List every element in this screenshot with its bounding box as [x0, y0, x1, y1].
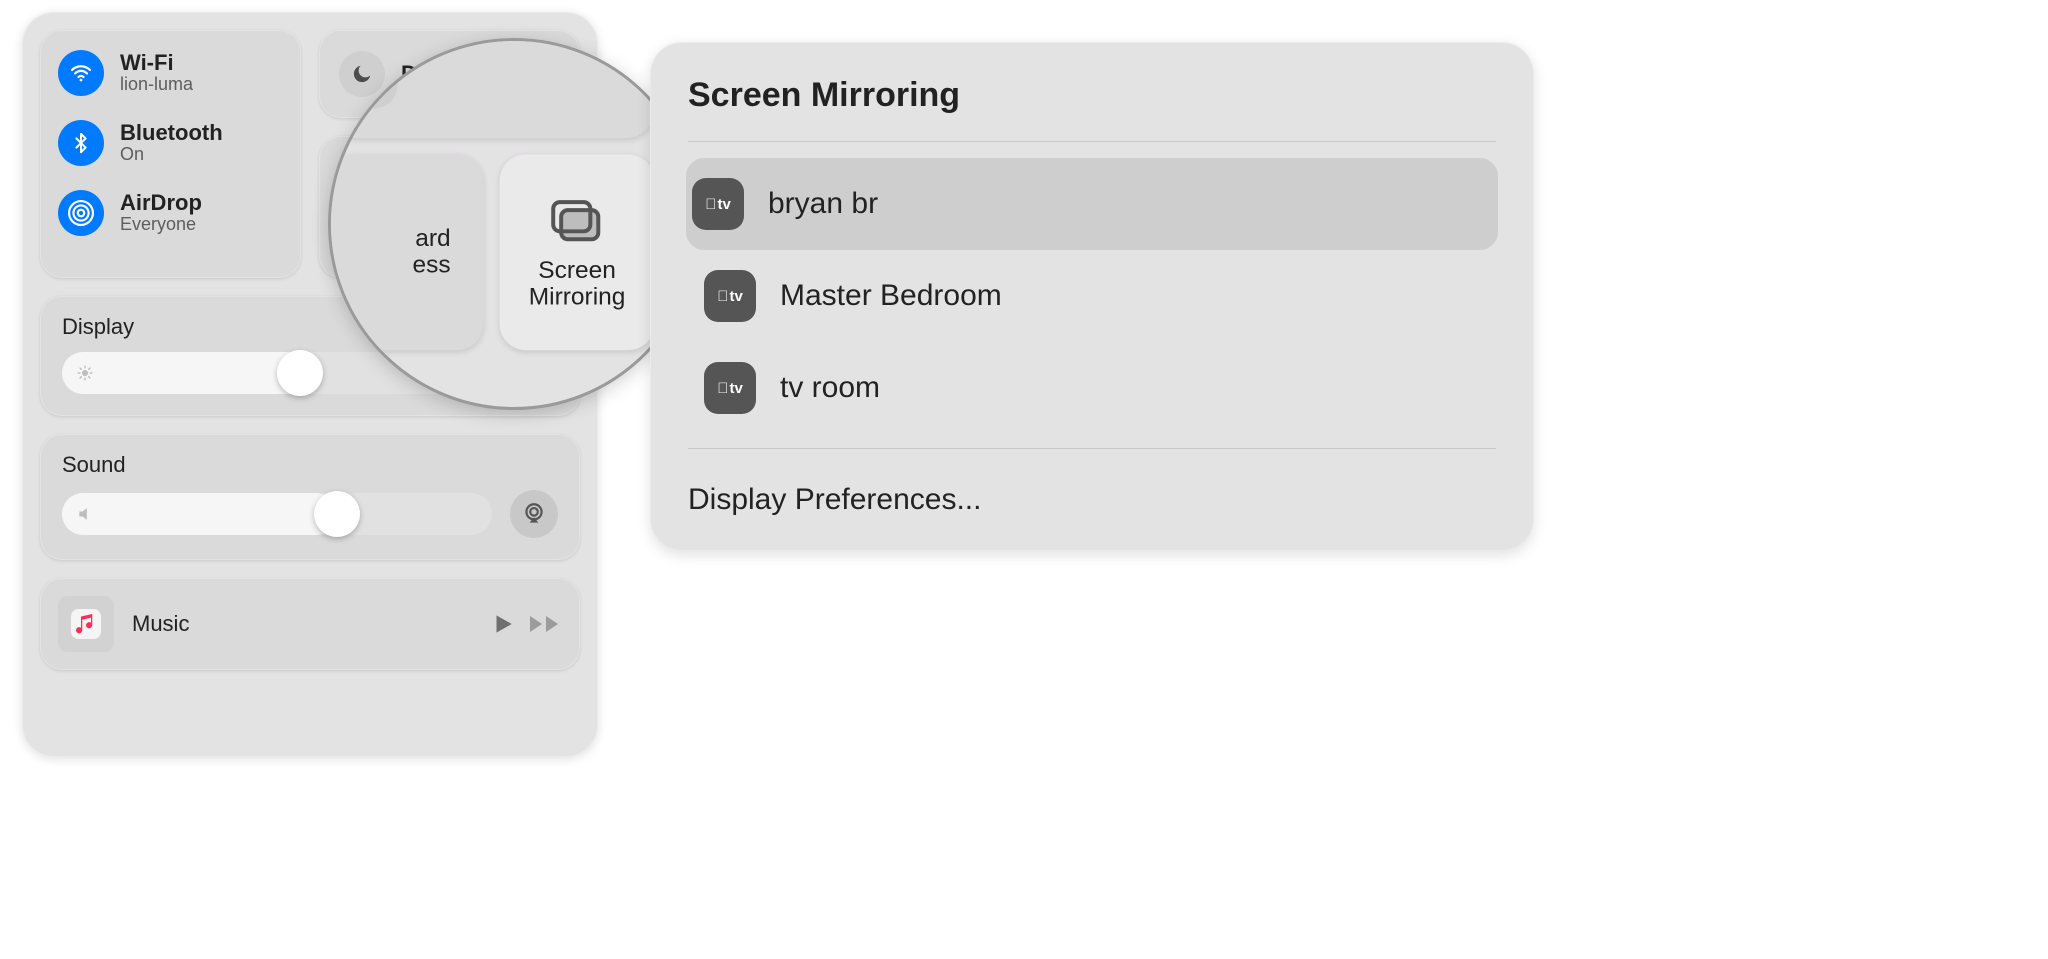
- airdrop-title: AirDrop: [120, 191, 202, 215]
- wifi-icon: [58, 50, 104, 96]
- device-name: bryan br: [768, 187, 878, 221]
- screen-mirroring-title: Screen Mirroring: [688, 76, 1498, 115]
- bluetooth-subtitle: On: [120, 145, 223, 165]
- bluetooth-icon: [58, 120, 104, 166]
- sound-volume-slider[interactable]: [62, 493, 492, 535]
- brightness-low-icon: [76, 364, 94, 382]
- magnifier-callout: ard ess Screen Mirroring: [328, 38, 700, 410]
- wifi-subtitle: lion-luma: [120, 75, 193, 95]
- music-tile[interactable]: Music: [40, 578, 580, 670]
- screen-mirroring-device[interactable]: tv bryan br: [686, 158, 1498, 250]
- magnified-keyboard-brightness-tile: ard ess: [328, 154, 483, 350]
- screen-mirroring-popover: Screen Mirroring tv bryan br tv Master Be…: [650, 42, 1534, 551]
- airdrop-subtitle: Everyone: [120, 215, 202, 235]
- device-name: tv room: [780, 371, 880, 405]
- moon-icon: [351, 62, 398, 109]
- wifi-toggle[interactable]: Wi-Fi lion-luma: [58, 50, 283, 96]
- appletv-icon: tv: [692, 178, 744, 230]
- airdrop-icon: [58, 190, 104, 236]
- music-title: Music: [132, 611, 472, 637]
- appletv-icon: tv: [704, 270, 756, 322]
- sound-title: Sound: [62, 452, 558, 478]
- airplay-icon: [521, 501, 547, 527]
- divider: [688, 141, 1496, 142]
- fast-forward-icon[interactable]: [528, 611, 562, 637]
- airdrop-toggle[interactable]: AirDrop Everyone: [58, 190, 283, 236]
- display-preferences-link[interactable]: Display Preferences...: [686, 465, 1498, 521]
- magnified-screen-mirroring-tile: Screen Mirroring: [500, 154, 655, 350]
- connectivity-tile: Wi-Fi lion-luma Bluetooth On: [40, 30, 301, 278]
- magnified-dnd-tile: [328, 38, 654, 138]
- mag-kb-top: ard: [415, 224, 450, 252]
- volume-low-icon: [76, 504, 96, 524]
- screen-mirroring-device[interactable]: tv Master Bedroom: [686, 250, 1498, 342]
- music-app-icon: [58, 596, 114, 652]
- device-name: Master Bedroom: [780, 279, 1002, 313]
- mag-sm-top: Screen: [538, 256, 616, 284]
- screen-mirroring-icon: [544, 194, 609, 247]
- divider: [688, 448, 1496, 449]
- appletv-icon: tv: [704, 362, 756, 414]
- play-icon[interactable]: [490, 611, 516, 637]
- music-controls: [490, 611, 562, 637]
- sound-section: Sound: [40, 434, 580, 560]
- mag-sm-bottom: Mirroring: [529, 283, 626, 311]
- airplay-audio-button[interactable]: [510, 490, 558, 538]
- screen-mirroring-device[interactable]: tv tv room: [686, 342, 1498, 434]
- bluetooth-toggle[interactable]: Bluetooth On: [58, 120, 283, 166]
- mag-kb-bottom: ess: [412, 251, 450, 279]
- wifi-title: Wi-Fi: [120, 51, 193, 75]
- bluetooth-title: Bluetooth: [120, 121, 223, 145]
